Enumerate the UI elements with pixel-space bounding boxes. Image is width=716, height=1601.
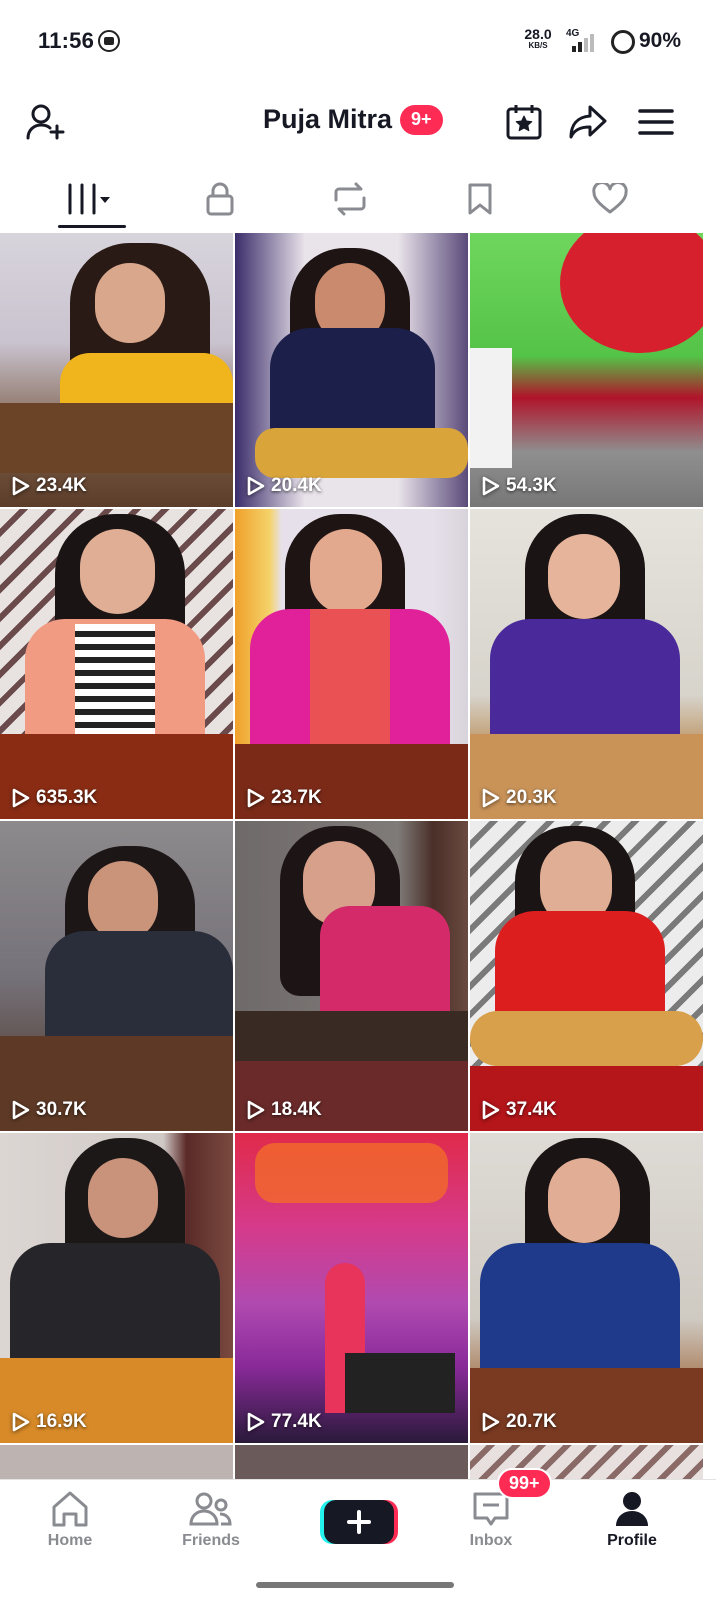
play-icon — [12, 788, 30, 808]
tab-videos[interactable] — [26, 168, 158, 230]
view-count: 20.3K — [482, 787, 557, 809]
play-icon — [247, 1412, 265, 1432]
play-icon — [247, 788, 265, 808]
view-count: 23.4K — [12, 475, 87, 497]
video-grid: 23.4K 20.4K 54.3K 635.3K 23.7K 20.3K 30.… — [0, 233, 716, 1479]
share-icon[interactable] — [566, 100, 610, 144]
play-icon — [482, 788, 500, 808]
video-tile[interactable]: 23.7K — [235, 509, 468, 819]
video-tile[interactable]: 18.4K — [235, 821, 468, 1131]
nav-friends-label: Friends — [182, 1532, 240, 1549]
play-icon — [247, 476, 265, 496]
home-icon — [52, 1491, 88, 1527]
video-tile[interactable] — [0, 1445, 233, 1479]
profile-name[interactable]: Puja Mitra — [263, 104, 392, 135]
nav-home-label: Home — [47, 1532, 93, 1549]
battery-level: 90% — [639, 29, 682, 52]
view-count: 30.7K — [12, 1099, 87, 1121]
video-tile[interactable]: 635.3K — [0, 509, 233, 819]
video-tile[interactable]: 77.4K — [235, 1133, 468, 1443]
play-icon — [12, 1100, 30, 1120]
add-friend-icon[interactable] — [24, 100, 68, 144]
home-indicator[interactable] — [256, 1582, 454, 1588]
network-speed: 28.0 KB/S — [524, 26, 552, 50]
create-icon — [320, 1500, 398, 1544]
view-count: 16.9K — [12, 1411, 87, 1433]
video-tile[interactable]: 16.9K — [0, 1133, 233, 1443]
nav-profile-label: Profile — [607, 1532, 657, 1549]
video-tile[interactable]: 20.7K — [470, 1133, 703, 1443]
battery-icon — [611, 30, 635, 54]
view-count: 20.4K — [247, 475, 322, 497]
view-count: 77.4K — [247, 1411, 322, 1433]
video-tile[interactable]: 54.3K — [470, 233, 703, 507]
video-tile[interactable]: 20.3K — [470, 509, 703, 819]
active-tab-indicator — [58, 225, 126, 228]
signal-icon — [572, 34, 598, 52]
grid-icon — [68, 183, 110, 215]
menu-icon[interactable] — [634, 100, 678, 144]
profile-title-group[interactable]: Puja Mitra 9+ — [263, 104, 443, 135]
bookmark-icon — [468, 183, 492, 215]
status-bar: 11:56 28.0 KB/S 4G 90% — [0, 0, 716, 82]
nav-friends[interactable]: Friends — [156, 1490, 266, 1550]
video-tile[interactable]: 37.4K — [470, 821, 703, 1131]
video-tile[interactable]: 30.7K — [0, 821, 233, 1131]
profile-tabs — [0, 168, 716, 230]
view-count: 635.3K — [12, 787, 97, 809]
play-icon — [482, 1412, 500, 1432]
play-icon — [482, 476, 500, 496]
play-icon — [247, 1100, 265, 1120]
nav-inbox[interactable]: Inbox — [436, 1490, 546, 1550]
video-tile[interactable]: 20.4K — [235, 233, 468, 507]
notification-badge: 9+ — [400, 104, 443, 135]
tab-private[interactable] — [154, 168, 286, 230]
repost-icon — [334, 182, 366, 216]
tab-reposts[interactable] — [284, 168, 416, 230]
calendar-star-icon[interactable] — [502, 100, 546, 144]
view-count: 18.4K — [247, 1099, 322, 1121]
profile-icon — [616, 1492, 648, 1526]
view-count: 23.7K — [247, 787, 322, 809]
nav-home[interactable]: Home — [15, 1490, 125, 1550]
play-icon — [12, 476, 30, 496]
tab-favorites[interactable] — [414, 168, 546, 230]
nav-profile[interactable]: Profile — [577, 1490, 687, 1550]
play-icon — [482, 1100, 500, 1120]
nav-inbox-label: Inbox — [469, 1532, 513, 1549]
friends-icon — [189, 1492, 232, 1526]
view-count: 20.7K — [482, 1411, 557, 1433]
video-tile[interactable] — [235, 1445, 468, 1479]
status-time: 11:56 — [38, 28, 95, 53]
video-tile[interactable]: 23.4K — [0, 233, 233, 507]
profile-header: Puja Mitra 9+ — [0, 92, 716, 152]
tab-liked[interactable] — [544, 168, 676, 230]
lock-icon — [206, 182, 234, 216]
heart-icon — [592, 183, 628, 214]
play-icon — [12, 1412, 30, 1432]
inbox-badge: 99+ — [497, 1468, 552, 1499]
screen-record-icon — [98, 30, 120, 52]
view-count: 54.3K — [482, 475, 557, 497]
create-button[interactable] — [320, 1498, 398, 1546]
view-count: 37.4K — [482, 1099, 557, 1121]
